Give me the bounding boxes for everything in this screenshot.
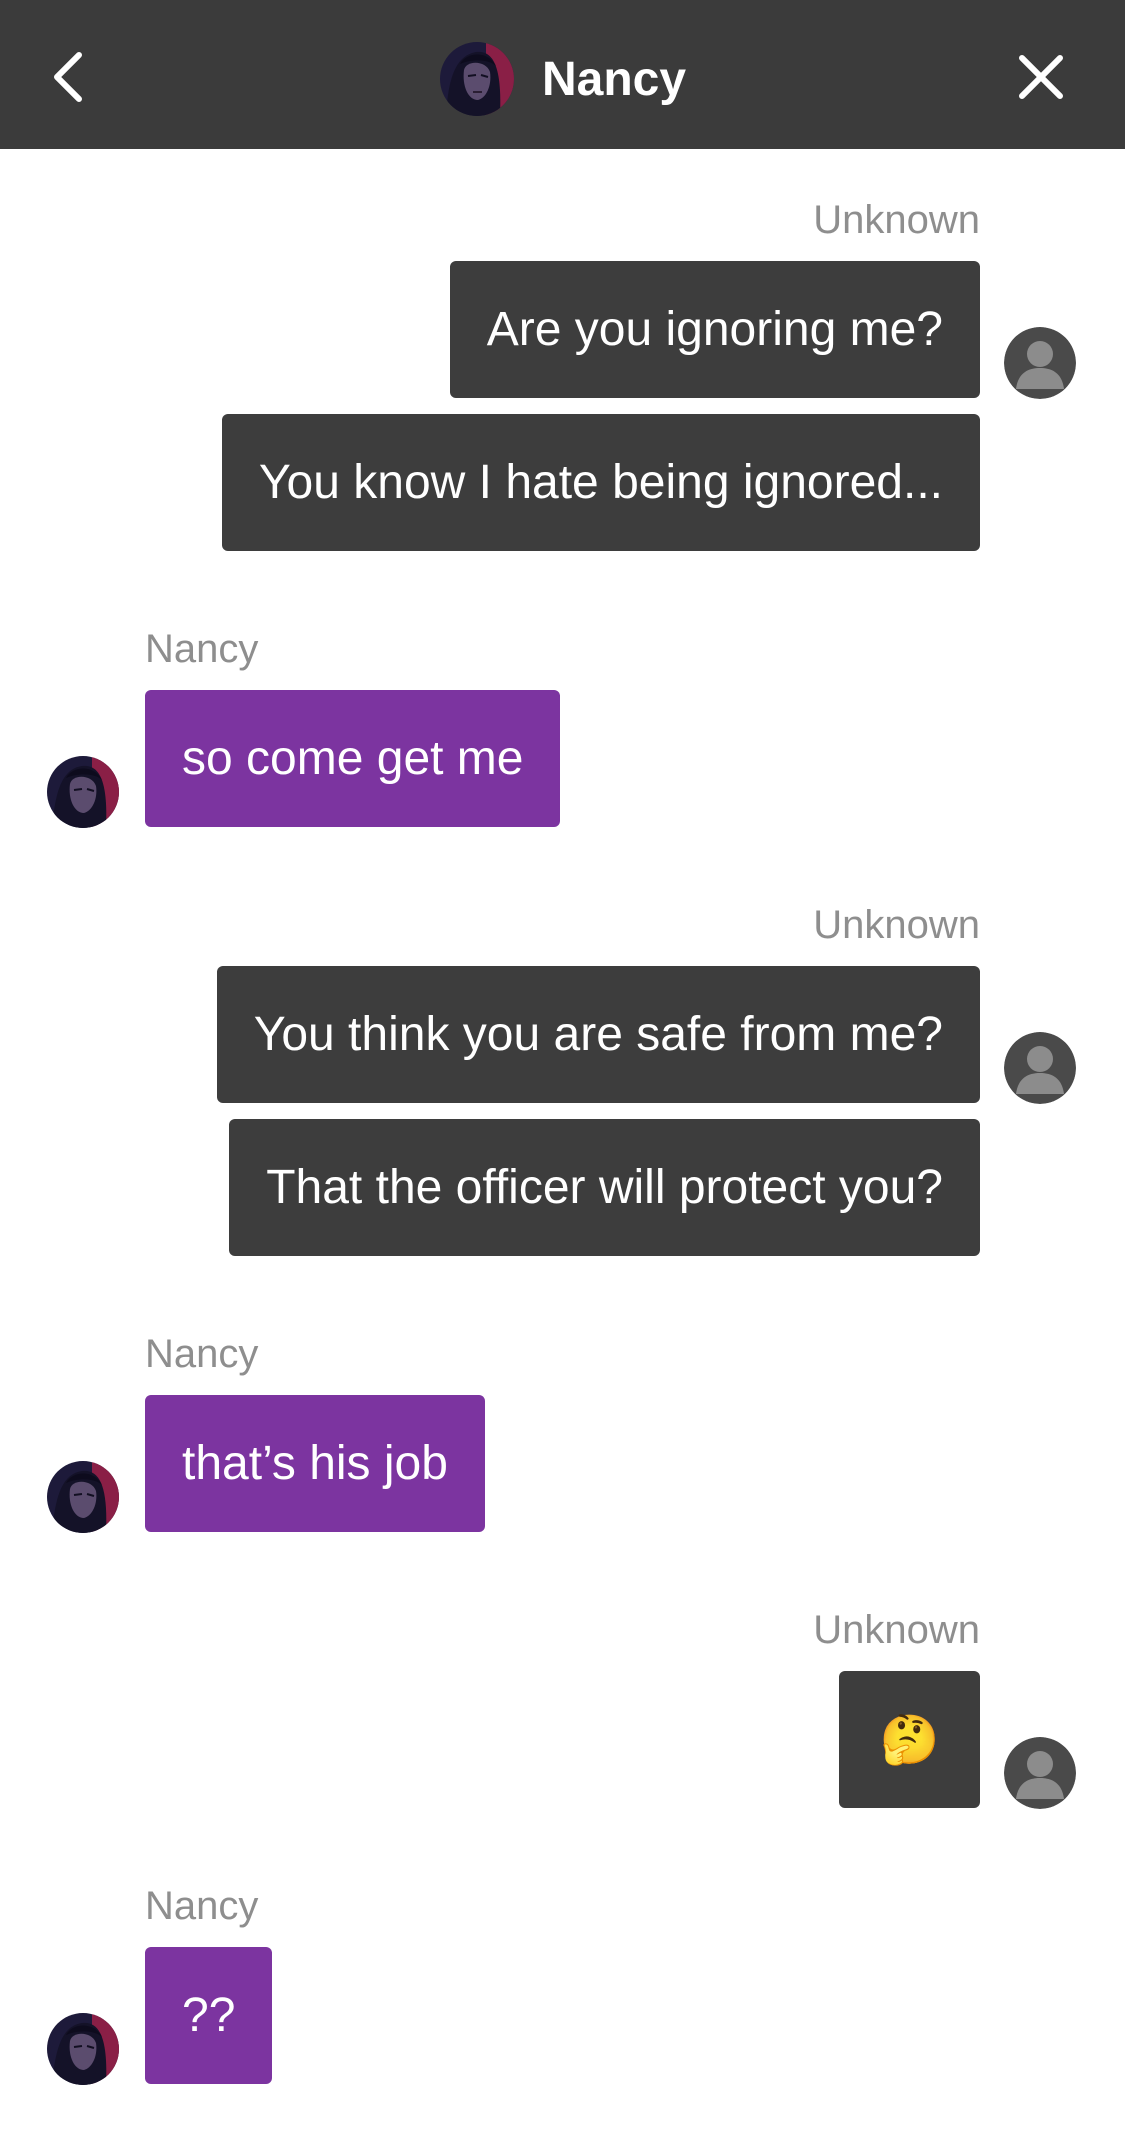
message-bubble-incoming[interactable]: ?? [145,1947,273,2084]
message-text: You know I hate being ignored... [258,456,943,509]
sender-label: Nancy [145,627,259,671]
message-text: You think you are safe from me? [253,1008,943,1061]
sender-label: Unknown [813,1608,980,1652]
thinking-face-emoji: 🤔 [879,1714,940,1767]
message-bubble-outgoing[interactable]: 🤔 [839,1671,980,1808]
message-text: Are you ignoring me? [486,303,943,356]
message-bubble-outgoing[interactable]: You know I hate being ignored... [221,414,980,551]
message-text: ?? [182,1989,236,2042]
close-button[interactable] [1010,46,1072,108]
sender-label: Nancy [145,1332,259,1376]
close-icon [1019,55,1063,99]
chat-header: Nancy [0,0,1125,149]
contact-header[interactable]: Nancy [440,38,686,120]
unknown-user-avatar [1004,327,1076,399]
message-bubble-incoming[interactable]: so come get me [145,690,561,827]
sender-label: Nancy [145,1884,259,1928]
chat-screen: Nancy Unknown Are you ignoring me? You k… [0,0,1125,2156]
contact-avatar [440,42,514,116]
nancy-avatar [47,2013,119,2085]
unknown-user-avatar [1004,1737,1076,1809]
sender-label: Unknown [813,903,980,947]
chevron-left-icon [54,52,82,102]
nancy-avatar [47,1461,119,1533]
nancy-avatar [47,756,119,828]
contact-name: Nancy [542,52,687,106]
back-button[interactable] [38,44,98,110]
message-text: That the officer will protect you? [266,1161,943,1214]
message-bubble-outgoing[interactable]: Are you ignoring me? [449,261,980,398]
message-text: that’s his job [182,1437,448,1490]
message-bubble-outgoing[interactable]: You think you are safe from me? [216,966,980,1103]
unknown-user-avatar [1004,1032,1076,1104]
message-text: so come get me [182,732,524,785]
sender-label: Unknown [813,198,980,242]
message-bubble-outgoing[interactable]: That the officer will protect you? [229,1119,980,1256]
message-bubble-incoming[interactable]: that’s his job [145,1395,485,1532]
